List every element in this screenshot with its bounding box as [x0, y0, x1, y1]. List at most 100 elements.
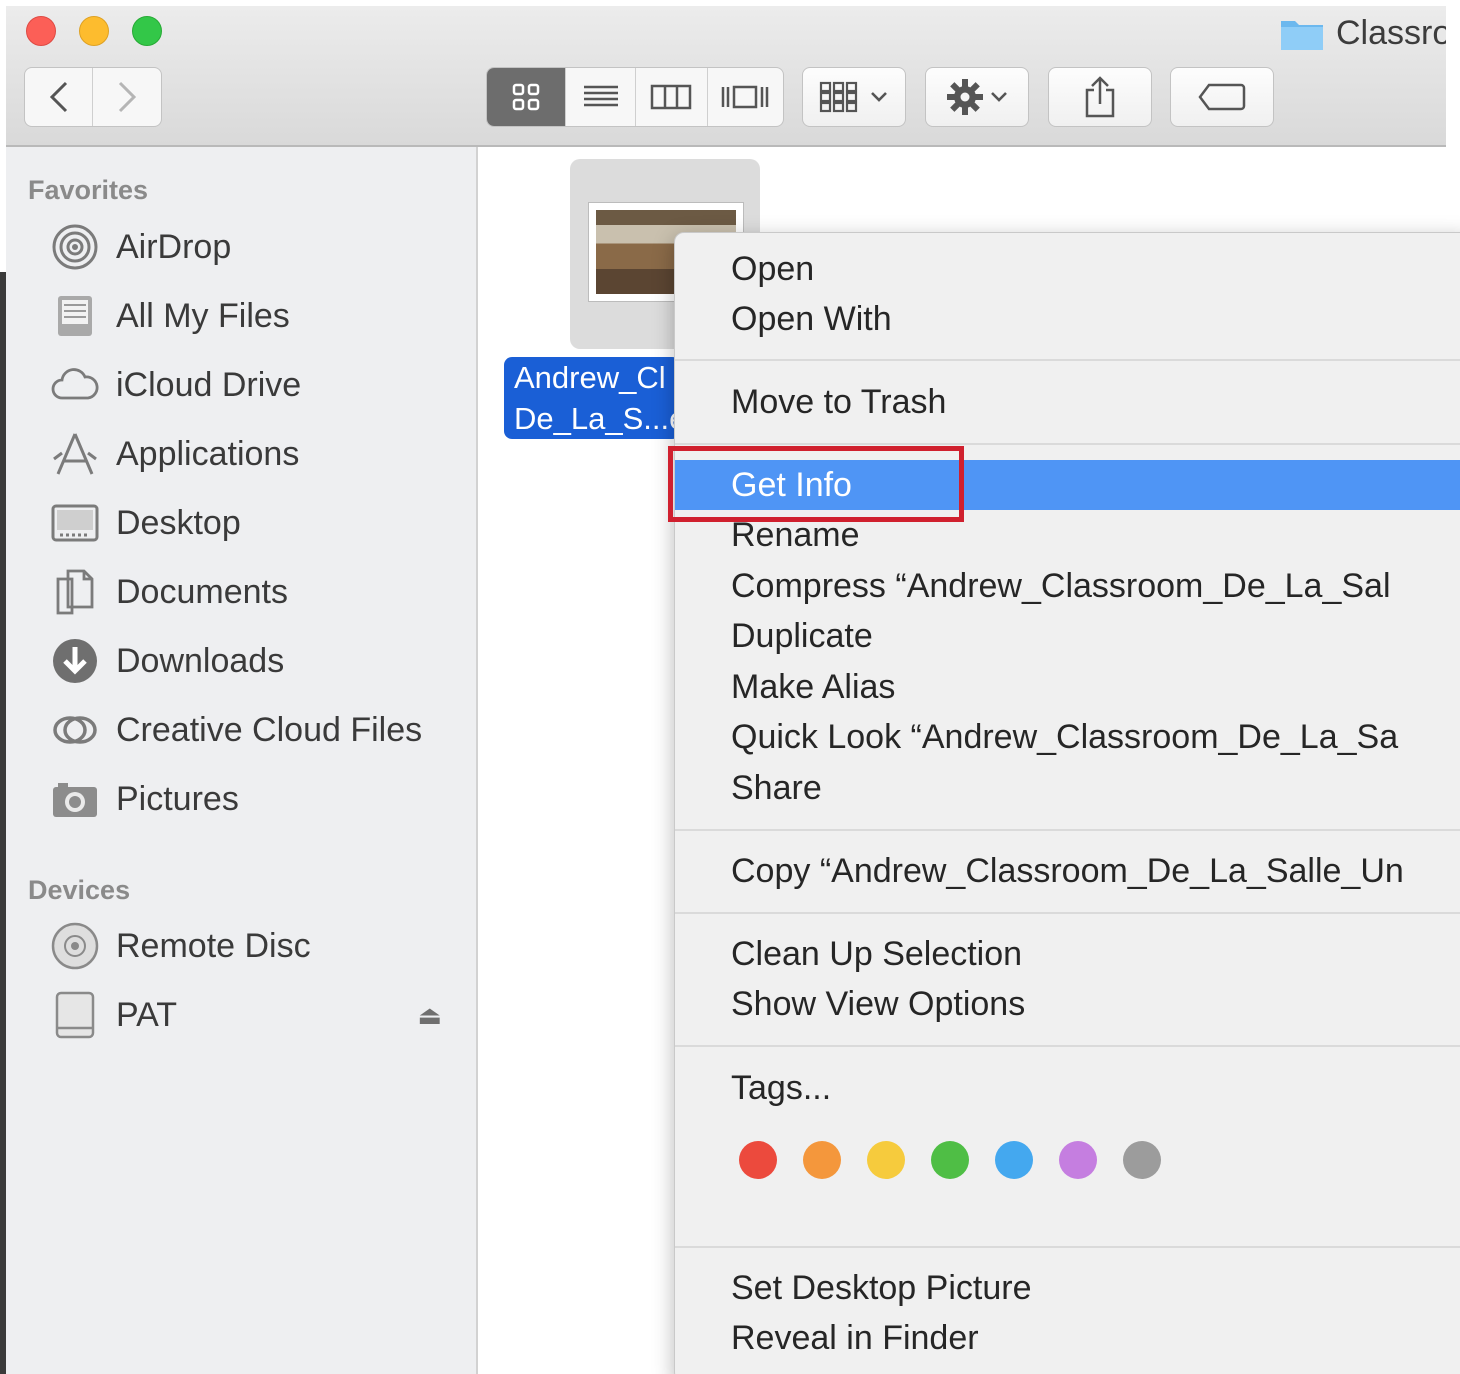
- menu-separator: [675, 829, 1460, 831]
- column-view-button[interactable]: [636, 68, 708, 126]
- sidebar-item-desktop[interactable]: Desktop: [50, 495, 460, 551]
- folder-icon: [1280, 17, 1324, 51]
- tag-color-red[interactable]: [739, 1141, 777, 1179]
- camera-icon: [50, 774, 100, 824]
- chevron-down-icon: [871, 92, 887, 102]
- menu-separator: [675, 1246, 1460, 1248]
- forward-button[interactable]: [93, 68, 161, 126]
- menu-item-move-to-trash[interactable]: Move to Trash: [675, 377, 1460, 427]
- sidebar-item-pictures[interactable]: Pictures: [50, 771, 460, 827]
- chevron-right-icon: [118, 81, 137, 113]
- sidebar-item-airdrop[interactable]: AirDrop: [50, 219, 460, 275]
- favorites-header: Favorites: [28, 175, 149, 205]
- downloads-icon: [50, 636, 100, 686]
- sidebar-item-creative-cloud-files[interactable]: Creative Cloud Files: [50, 702, 460, 758]
- menu-item-set-desktop-picture[interactable]: Set Desktop Picture: [675, 1263, 1460, 1313]
- cloud-icon: [50, 360, 100, 410]
- all-my-files-icon: [50, 291, 100, 341]
- minimize-button[interactable]: [79, 16, 109, 46]
- menu-item-reveal-in-finder[interactable]: Reveal in Finder: [675, 1313, 1460, 1363]
- coverflow-view-button[interactable]: [708, 68, 783, 126]
- gear-icon: [947, 79, 983, 115]
- chevron-left-icon: [49, 81, 67, 113]
- sidebar-item-label: Documents: [116, 572, 288, 611]
- sidebar-item-label: PAT: [116, 995, 178, 1034]
- airdrop-icon: [50, 222, 100, 272]
- columns-icon: [651, 84, 692, 110]
- toolbar: Classro: [6, 6, 1446, 147]
- edit-tags-button[interactable]: [1170, 67, 1274, 127]
- window-title: Classro: [1280, 14, 1446, 53]
- menu-item-duplicate[interactable]: Duplicate: [675, 611, 1460, 661]
- context-menu: Open Open With Move to Trash Get Info Re…: [674, 232, 1460, 1374]
- sidebar-item-all-my-files[interactable]: All My Files: [50, 288, 460, 344]
- menu-separator: [675, 359, 1460, 361]
- creative-cloud-icon: [50, 705, 100, 755]
- sidebar-item-icloud-drive[interactable]: iCloud Drive: [50, 357, 460, 413]
- sidebar-item-pat[interactable]: PAT ⏏: [50, 987, 460, 1043]
- eject-icon[interactable]: ⏏: [417, 1000, 442, 1031]
- sidebar-item-label: Creative Cloud Files: [116, 710, 423, 749]
- sidebar-item-label: Downloads: [116, 641, 285, 680]
- menu-item-rename[interactable]: Rename: [675, 510, 1460, 560]
- share-button[interactable]: [1048, 67, 1152, 127]
- menu-item-compress[interactable]: Compress “Andrew_Classroom_De_La_Sal: [675, 561, 1460, 611]
- tag-color-green[interactable]: [931, 1141, 969, 1179]
- share-icon: [1085, 76, 1115, 118]
- sidebar-item-label: iCloud Drive: [116, 365, 302, 404]
- back-button[interactable]: [25, 68, 93, 126]
- drive-icon: [50, 990, 100, 1040]
- disc-icon: [50, 921, 100, 971]
- sidebar-item-label: All My Files: [116, 296, 290, 335]
- menu-item-quick-look[interactable]: Quick Look “Andrew_Classroom_De_La_Sa: [675, 712, 1460, 762]
- coverflow-icon: [722, 85, 769, 109]
- devices-header: Devices: [28, 875, 131, 905]
- documents-icon: [50, 567, 100, 617]
- menu-item-make-alias[interactable]: Make Alias: [675, 662, 1460, 712]
- menu-item-open-with[interactable]: Open With: [675, 294, 1460, 344]
- close-button[interactable]: [26, 16, 56, 46]
- menu-item-copy[interactable]: Copy “Andrew_Classroom_De_La_Salle_Un: [675, 846, 1460, 896]
- menu-separator: [675, 443, 1460, 445]
- menu-item-open[interactable]: Open: [675, 244, 1460, 294]
- menu-item-share[interactable]: Share: [675, 763, 1460, 813]
- tag-color-blue[interactable]: [995, 1141, 1033, 1179]
- sidebar-item-label: Desktop: [116, 503, 241, 542]
- menu-separator: [675, 912, 1460, 914]
- file-name-line-1: Andrew_Cl: [514, 360, 666, 395]
- menu-item-get-info[interactable]: Get Info: [675, 460, 1460, 510]
- action-button[interactable]: [925, 67, 1029, 127]
- menu-item-tags[interactable]: Tags...: [675, 1063, 1460, 1113]
- icon-view-button[interactable]: [487, 68, 567, 126]
- list-icon: [583, 85, 618, 107]
- sidebar-item-downloads[interactable]: Downloads: [50, 633, 460, 689]
- nav-segment: [24, 67, 162, 127]
- sidebar: Favorites AirDrop All My Files iCloud Dr…: [6, 147, 478, 1374]
- list-view-button[interactable]: [566, 68, 636, 126]
- menu-separator: [675, 1045, 1460, 1047]
- menu-item-show-view-options[interactable]: Show View Options: [675, 979, 1460, 1029]
- sidebar-item-label: AirDrop: [116, 227, 232, 266]
- desktop-icon: [50, 498, 100, 548]
- tag-color-purple[interactable]: [1059, 1141, 1097, 1179]
- tag-color-gray[interactable]: [1123, 1141, 1161, 1179]
- arrange-button[interactable]: [802, 67, 906, 127]
- sidebar-item-documents[interactable]: Documents: [50, 564, 460, 620]
- file-name-line-2: De_La_S...e: [514, 401, 680, 436]
- zoom-button[interactable]: [132, 16, 162, 46]
- file-name-label[interactable]: Andrew_Cl De_La_S...e: [504, 357, 680, 439]
- tag-color-orange[interactable]: [803, 1141, 841, 1179]
- sidebar-item-applications[interactable]: Applications: [50, 426, 460, 482]
- tag-icon: [1198, 83, 1246, 111]
- icon-grid-icon: [512, 83, 540, 111]
- view-mode-segment: [486, 67, 784, 127]
- menu-item-clean-up-selection[interactable]: Clean Up Selection: [675, 929, 1460, 979]
- tag-color-yellow[interactable]: [867, 1141, 905, 1179]
- sidebar-item-label: Pictures: [116, 779, 239, 818]
- sidebar-item-remote-disc[interactable]: Remote Disc: [50, 918, 460, 974]
- sidebar-item-label: Remote Disc: [116, 926, 311, 965]
- window-title-text: Classro: [1336, 14, 1446, 52]
- chevron-down-icon: [991, 92, 1007, 102]
- applications-icon: [50, 429, 100, 479]
- arrange-grid-icon: [819, 81, 858, 113]
